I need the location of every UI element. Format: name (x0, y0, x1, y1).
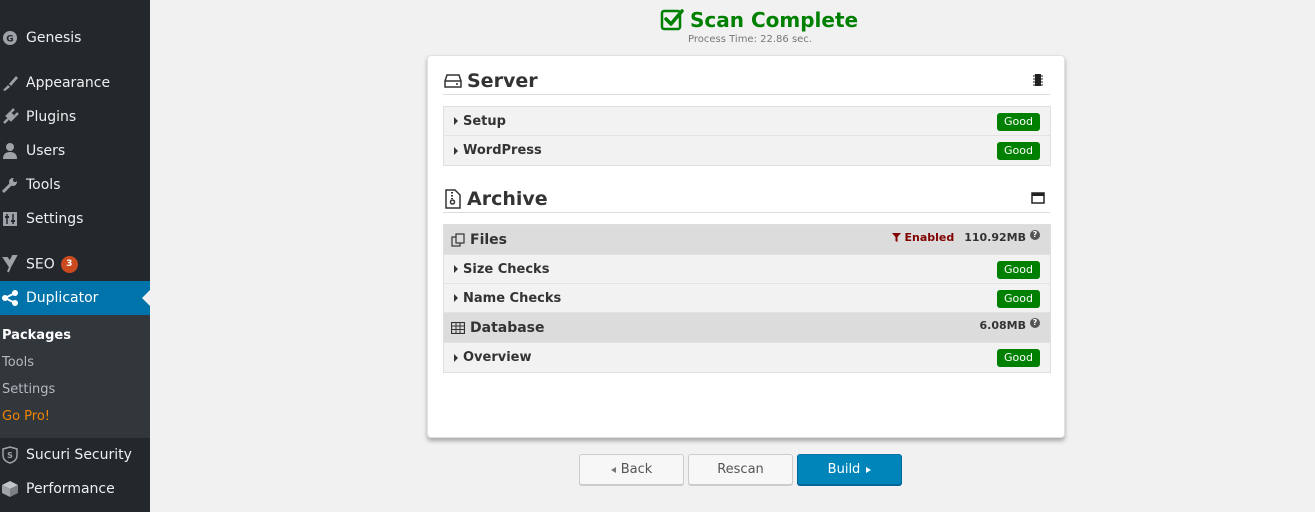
status-badge: Good (997, 261, 1040, 279)
sidebar-item-genesis[interactable]: G Genesis (0, 21, 150, 55)
table-icon (450, 320, 466, 336)
sidebar-item-sucuri-security[interactable]: S Sucuri Security (0, 438, 150, 472)
user-icon (0, 141, 20, 161)
status-badge: Good (997, 349, 1040, 367)
check-row-name-checks[interactable]: Name Checks Good (444, 284, 1050, 313)
status-badge: Good (997, 113, 1040, 131)
database-meta: 6.08MB ? (979, 317, 1040, 332)
caret-right-icon (454, 294, 458, 302)
zip-file-icon (443, 189, 463, 209)
database-group-row: Database 6.08MB ? (444, 313, 1050, 343)
check-row-wordpress[interactable]: WordPress Good (444, 136, 1050, 165)
sidebar-item-seo[interactable]: SEO 3 (0, 247, 150, 281)
checkbox-checked-icon (660, 8, 684, 32)
check-label: WordPress (463, 143, 542, 158)
archive-checks: Files Enabled 110.92MB ? Size Checks Goo… (443, 224, 1051, 373)
sidebar-item-label: Sucuri Security (26, 447, 132, 463)
admin-sidebar: G Genesis Appearance Plugins Users Tools… (0, 0, 150, 512)
scan-title-text: Scan Complete (690, 8, 859, 32)
rescan-label: Rescan (717, 462, 764, 477)
sidebar-item-label: Duplicator (26, 290, 99, 306)
sidebar-item-label: Performance (26, 481, 115, 497)
files-meta: Enabled 110.92MB ? (892, 229, 1040, 244)
check-label: Setup (463, 113, 506, 129)
sidebar-item-label: Users (26, 143, 66, 159)
sidebar-item-tools[interactable]: Tools (0, 168, 150, 202)
files-size: 110.92MB (964, 231, 1026, 244)
sidebar-item-plugins[interactable]: Plugins (0, 100, 150, 134)
filter-icon (892, 233, 902, 242)
hard-drive-icon (443, 71, 463, 91)
check-row-overview[interactable]: Overview Good (444, 343, 1050, 372)
database-label: Database (470, 319, 545, 336)
update-count-badge: 3 (60, 255, 78, 273)
caret-right-icon (454, 117, 458, 125)
yoast-icon (0, 254, 20, 274)
back-button[interactable]: Back (579, 454, 684, 485)
rescan-button[interactable]: Rescan (688, 454, 793, 485)
status-badge: Good (997, 290, 1040, 308)
status-badge: Good (997, 142, 1040, 160)
submenu-item-settings[interactable]: Settings (2, 382, 55, 397)
window-toggle-icon[interactable] (1030, 190, 1046, 206)
cube-icon (0, 479, 20, 499)
paintbrush-icon (0, 73, 20, 93)
help-icon[interactable]: ? (1030, 317, 1040, 328)
sliders-icon (0, 209, 20, 229)
build-button[interactable]: Build (797, 454, 902, 485)
genesis-icon: G (0, 28, 20, 48)
filter-status: Enabled (904, 231, 955, 244)
check-row-setup[interactable]: Setup Good (444, 107, 1050, 136)
sidebar-item-performance[interactable]: Performance (0, 472, 150, 506)
caret-right-icon (454, 265, 458, 273)
process-time: Process Time: 22.86 sec. (688, 34, 812, 45)
scan-results-panel: Server Setup Good WordPress Good Archive (427, 55, 1065, 438)
check-label: Size Checks (463, 261, 550, 277)
svg-text:S: S (7, 451, 13, 460)
database-size: 6.08MB (979, 319, 1026, 332)
scan-complete-heading: Scan Complete (660, 6, 858, 34)
arrow-left-icon (610, 466, 616, 473)
check-label: Overview (463, 350, 532, 365)
submenu-item-tools[interactable]: Tools (2, 355, 34, 370)
check-label: Name Checks (463, 290, 562, 306)
archive-section-header: Archive (443, 186, 1050, 213)
arrow-right-icon (866, 466, 872, 473)
server-section-header: Server (443, 68, 1050, 95)
server-checks: Setup Good WordPress Good (443, 106, 1051, 166)
sidebar-item-label: Plugins (26, 109, 77, 125)
build-label: Build (827, 462, 861, 477)
share-icon (0, 288, 20, 308)
sidebar-item-users[interactable]: Users (0, 134, 150, 168)
copy-files-icon (450, 232, 466, 248)
plugin-icon (0, 107, 20, 127)
archive-title: Archive (467, 188, 548, 210)
sidebar-item-duplicator[interactable]: Duplicator (0, 281, 150, 315)
duplicator-submenu: Packages Tools Settings Go Pro! (0, 315, 150, 438)
server-title: Server (467, 70, 538, 92)
sidebar-item-label: SEO 3 (26, 255, 78, 273)
submenu-item-go-pro[interactable]: Go Pro! (2, 409, 50, 424)
help-icon[interactable]: ? (1030, 229, 1040, 240)
sidebar-item-label: Settings (26, 211, 84, 227)
chip-icon[interactable] (1030, 72, 1046, 88)
back-label: Back (620, 462, 653, 477)
check-row-size-checks[interactable]: Size Checks Good (444, 255, 1050, 284)
caret-right-icon (454, 353, 458, 362)
shield-icon: S (0, 445, 20, 465)
sidebar-item-label: Genesis (26, 30, 82, 46)
sidebar-item-label: Appearance (26, 75, 111, 91)
wrench-icon (0, 175, 20, 195)
sidebar-item-appearance[interactable]: Appearance (0, 66, 150, 100)
svg-text:G: G (6, 35, 13, 45)
submenu-item-packages[interactable]: Packages (2, 328, 71, 343)
filter-enabled: Enabled (892, 231, 954, 244)
files-group-row: Files Enabled 110.92MB ? (444, 225, 1050, 255)
sidebar-item-settings[interactable]: Settings (0, 202, 150, 236)
sidebar-item-label: Tools (26, 177, 61, 193)
files-label: Files (470, 231, 507, 248)
caret-right-icon (454, 146, 458, 155)
